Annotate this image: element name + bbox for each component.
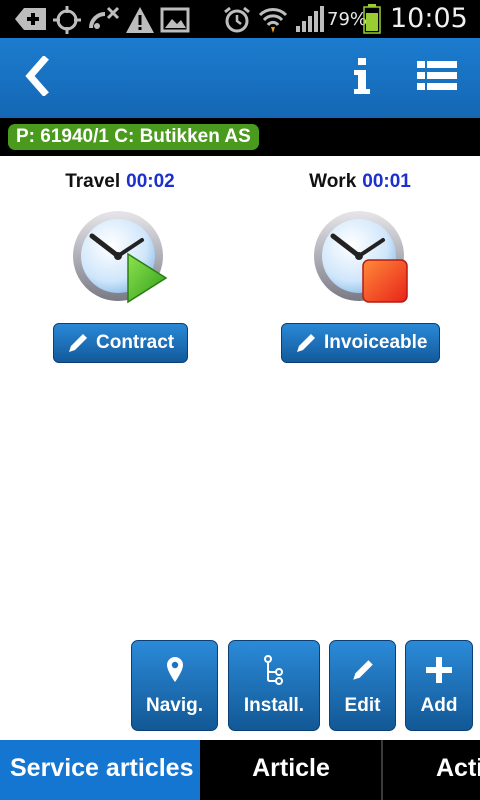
tab-bar: Service articles Article Acti: [0, 740, 480, 800]
travel-clock-button[interactable]: [72, 210, 172, 315]
navig-label: Navig.: [145, 695, 204, 716]
pencil-icon: [66, 331, 90, 355]
plus-icon: [426, 654, 452, 686]
install-label: Install.: [243, 695, 305, 716]
back-button[interactable]: [0, 38, 74, 118]
work-clock-button[interactable]: [313, 210, 413, 315]
app-screen: 79% 10:05 P: 61940/1 C: Butikken AS Trav…: [0, 0, 480, 800]
clock-play-icon: [73, 211, 168, 304]
tree-icon: [262, 654, 286, 686]
timer-header: Travel 00:02: [0, 171, 240, 193]
warning-icon: [125, 6, 155, 39]
gps-icon: [52, 6, 82, 39]
no-signal-dish-icon: [88, 6, 120, 39]
map-pin-icon: [165, 654, 185, 686]
action-bar: [0, 38, 480, 118]
chevron-left-icon: [22, 54, 52, 101]
edit-button[interactable]: Edit: [329, 640, 396, 731]
pencil-icon: [294, 331, 318, 355]
menu-button[interactable]: [406, 38, 468, 118]
invoiceable-button[interactable]: Invoiceable: [281, 323, 440, 363]
timer-value: 00:02: [126, 171, 175, 192]
tab-service-articles[interactable]: Service articles: [0, 740, 200, 800]
battery-percent: 79%: [327, 9, 368, 30]
contract-button[interactable]: Contract: [53, 323, 188, 363]
timer-value: 00:01: [362, 171, 411, 192]
info-icon: [352, 57, 372, 99]
contract-button-label: Contract: [96, 332, 175, 353]
image-icon: [160, 6, 190, 39]
project-strip: P: 61940/1 C: Butikken AS: [0, 118, 480, 156]
navig-button[interactable]: Navig.: [131, 640, 218, 731]
info-button[interactable]: [336, 38, 388, 118]
tab-divider: [381, 740, 383, 800]
timer-header: Work 00:01: [240, 171, 480, 193]
add-button[interactable]: Add: [405, 640, 473, 731]
edit-label: Edit: [344, 695, 381, 716]
install-button[interactable]: Install.: [228, 640, 320, 731]
status-bar: 79% 10:05: [0, 0, 480, 38]
add-icon: [14, 6, 48, 37]
battery-icon: [363, 4, 381, 39]
invoiceable-button-label: Invoiceable: [324, 332, 428, 353]
project-badge: P: 61940/1 C: Butikken AS: [8, 124, 259, 150]
add-label: Add: [420, 695, 458, 716]
timer-label: Travel: [65, 171, 121, 192]
list-icon: [417, 60, 457, 96]
tab-article[interactable]: Article: [202, 740, 380, 800]
wifi-icon: [258, 6, 288, 39]
timer-label: Work: [309, 171, 357, 192]
pencil-icon: [350, 654, 376, 686]
clock-stop-icon: [314, 211, 408, 303]
clock-time: 10:05: [390, 3, 468, 34]
tab-activities[interactable]: Acti: [384, 740, 480, 800]
alarm-icon: [222, 6, 252, 39]
signal-icon: [294, 6, 324, 39]
